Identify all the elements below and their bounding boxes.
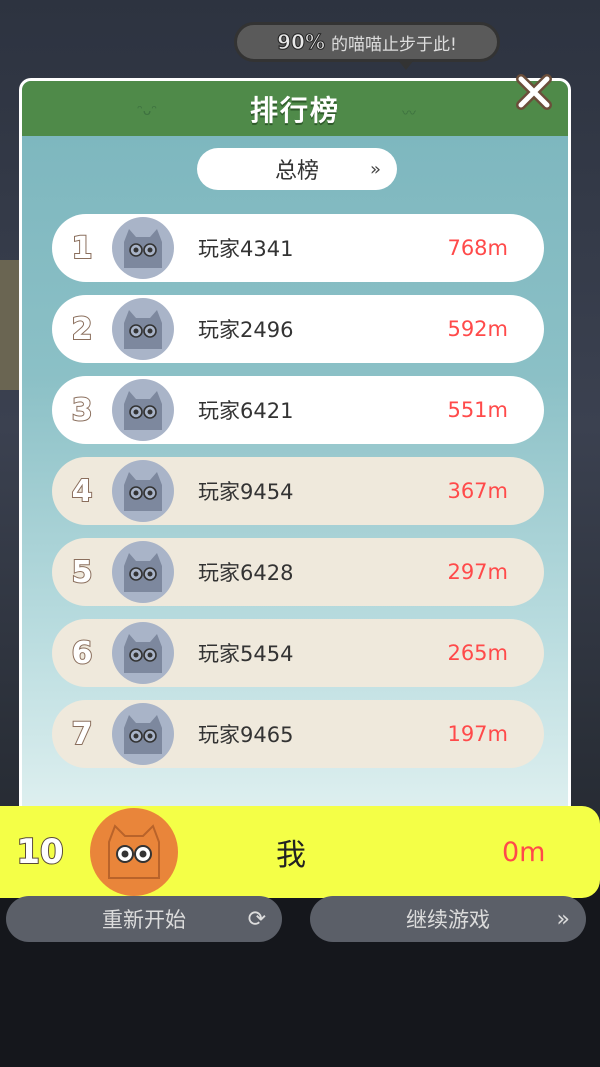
player-score: 768m [447, 236, 508, 260]
gray-cat-icon [124, 391, 162, 430]
player-score: 265m [447, 641, 508, 665]
player-score: 551m [447, 398, 508, 422]
avatar [112, 217, 174, 279]
player-score: 592m [447, 317, 508, 341]
leaderboard-row: 1 玩家4341 768m [52, 214, 544, 282]
avatar [112, 703, 174, 765]
avatar [112, 541, 174, 603]
gray-cat-icon [124, 229, 162, 268]
rank-number: 1 [71, 230, 94, 267]
player-name: 玩家9454 [198, 480, 294, 504]
panel-header: ᵔᴗᵔ 排行榜 〰 [22, 81, 568, 136]
hint-percent: 90% [277, 30, 326, 55]
gray-cat-icon [124, 715, 162, 754]
bird-deco-icon: ᵔᴗᵔ [137, 103, 158, 119]
close-icon [516, 74, 552, 110]
double-chevron-right-icon: » [556, 906, 570, 932]
tab-label: 总榜 [274, 159, 319, 184]
avatar [112, 379, 174, 441]
player-name: 玩家2496 [198, 318, 294, 342]
orange-cat-icon [108, 824, 160, 879]
rank-number: 5 [71, 554, 94, 591]
close-button[interactable] [512, 70, 556, 114]
leaderboard-panel: ᵔᴗᵔ 排行榜 〰 总榜 » 1 玩家4341 768m 2 玩家2496 592m 3 玩家… [19, 78, 571, 818]
my-rank-row: 10 我 0m [0, 806, 600, 898]
hint-bubble-tail [398, 60, 414, 70]
rank-number: 7 [71, 716, 94, 753]
gray-cat-icon [124, 310, 162, 349]
my-score: 0m [502, 836, 546, 868]
leaderboard-row: 7 玩家9465 197m [52, 700, 544, 768]
player-name: 玩家9465 [198, 723, 294, 747]
rank-number: 6 [71, 635, 94, 672]
restart-label: 重新开始 [102, 908, 186, 932]
continue-label: 继续游戏 [406, 908, 490, 932]
my-avatar [90, 808, 178, 896]
double-chevron-right-icon: » [369, 158, 381, 180]
player-score: 197m [447, 722, 508, 746]
leaderboard-row: 2 玩家2496 592m [52, 295, 544, 363]
rank-number: 2 [71, 311, 94, 348]
player-name: 玩家6421 [198, 399, 294, 423]
leaderboard-row: 5 玩家6428 297m [52, 538, 544, 606]
hint-text: 的喵喵止步于此! [331, 34, 457, 55]
my-rank: 10 [15, 831, 64, 873]
panel-title: 排行榜 [249, 93, 340, 127]
leaderboard-row: 6 玩家5454 265m [52, 619, 544, 687]
tab-total-ranking[interactable]: 总榜 » [197, 148, 397, 190]
avatar [112, 298, 174, 360]
player-score: 297m [447, 560, 508, 584]
restart-button[interactable]: 重新开始 ⟳ [6, 896, 282, 942]
player-score: 367m [447, 479, 508, 503]
gray-cat-icon [124, 472, 162, 511]
bird-deco-icon: 〰 [402, 106, 416, 122]
player-name: 玩家6428 [198, 561, 294, 585]
avatar [112, 460, 174, 522]
gray-cat-icon [124, 634, 162, 673]
player-name: 玩家5454 [198, 642, 294, 666]
refresh-icon: ⟳ [247, 906, 266, 932]
leaderboard-row: 3 玩家6421 551m [52, 376, 544, 444]
rank-number: 4 [71, 473, 94, 510]
rank-number: 3 [71, 392, 94, 429]
leaderboard-row: 4 玩家9454 367m [52, 457, 544, 525]
gray-cat-icon [124, 553, 162, 592]
continue-button[interactable]: 继续游戏 » [310, 896, 586, 942]
player-name: 玩家4341 [198, 237, 294, 261]
my-name: 我 [276, 838, 306, 873]
avatar [112, 622, 174, 684]
hint-bubble: 90% 的喵喵止步于此! [234, 22, 500, 62]
